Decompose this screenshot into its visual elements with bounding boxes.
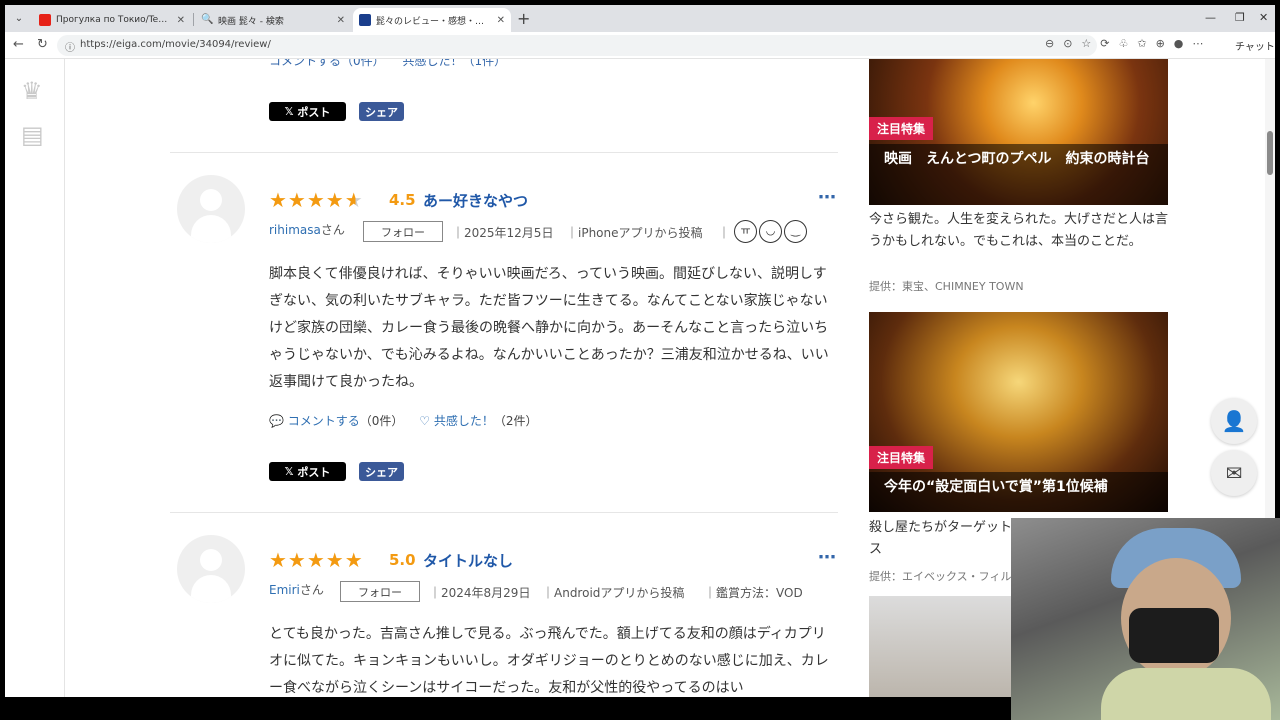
heart-icon[interactable]: ♡ <box>419 414 430 428</box>
like-link[interactable]: 共感した！ <box>434 414 494 428</box>
close-icon[interactable]: ✕ <box>177 15 185 26</box>
tab-bar: ⌄ Прогулка по Токио/Tenten - YouT ✕ 🔍 映画… <box>5 5 1275 32</box>
follow-button[interactable]: フォロー <box>340 581 420 602</box>
back-icon[interactable]: ← <box>13 37 24 52</box>
webcam-overlay <box>1011 518 1280 720</box>
review-item: ★★★★★ 5.0 タイトルなし ⋯ Emiriさん フォロー ｜2024年8月… <box>170 535 838 697</box>
feature-caption: 今年の“設定面白いで賞”第1位候補 <box>869 472 1168 512</box>
newspaper-icon[interactable]: ▤ <box>21 121 44 149</box>
reload-icon[interactable]: ↻ <box>37 37 48 52</box>
x-post-button[interactable]: 𝕏 ポスト <box>269 462 346 481</box>
review-score: 4.5 <box>389 191 416 209</box>
review-source: ｜iPhoneアプリから投稿 <box>566 226 703 240</box>
chat-button[interactable]: チャット <box>1235 38 1275 53</box>
review-actions: 💬 コメントする（0件） ♡ 共感した！（2件） <box>269 414 538 428</box>
follow-button[interactable]: フォロー <box>363 221 443 242</box>
close-icon[interactable]: ✕ <box>337 15 345 26</box>
minimize-icon[interactable]: — <box>1205 11 1216 24</box>
comment-link[interactable]: コメントする <box>288 414 360 428</box>
tab-search-icon[interactable]: ⌄ <box>11 11 27 27</box>
viewing-method: ｜鑑賞方法：VOD <box>704 586 803 600</box>
search-icon: 🔍 <box>201 14 214 25</box>
comment-icon[interactable]: 💬 <box>269 414 284 428</box>
facebook-share-button[interactable]: シェア <box>359 102 404 121</box>
feature-badge: 注目特集 <box>869 446 934 469</box>
more-options-icon[interactable]: ⋯ <box>818 547 836 568</box>
review-body: とても良かった。吉高さん推しで見る。ぶっ飛んでた。額上げてる友和の顔はディカプリ… <box>269 626 829 696</box>
more-options-icon[interactable]: ⋯ <box>818 187 836 208</box>
emotion-laugh-icon: ◡ <box>759 220 782 243</box>
review-body: 脚本良くて俳優良ければ、そりゃいい映画だろ、っていう映画。間延びしない、説明しす… <box>269 266 829 390</box>
bottom-bar <box>0 697 1011 720</box>
mail-icon[interactable]: ✉ <box>1211 450 1257 496</box>
feature-text: 今さら観た。人生を変えられた。大げさだと人は言うかもしれない。でもこれは、本当の… <box>869 212 1169 249</box>
site-info-icon[interactable]: ⓘ <box>65 39 75 54</box>
url-field[interactable]: ⓘ https://eiga.com/movie/34094/review/ <box>57 35 1097 56</box>
divider <box>170 512 838 513</box>
emotion-smile-icon: ‿ <box>784 220 807 243</box>
meta-separator: ｜ <box>718 226 731 240</box>
tab-search[interactable]: 🔍 映画 髭々 - 検索 ✕ <box>195 8 351 32</box>
tab-eiga[interactable]: 髭々のレビュー・感想・評価 - 映画.com ✕ <box>353 8 511 32</box>
reviewer-name[interactable]: rihimasa <box>269 223 321 237</box>
avatar[interactable] <box>177 175 245 243</box>
star-rating: ★★★★★ <box>269 548 364 572</box>
review-date: ｜2025年12月5日 <box>452 226 554 240</box>
review-score: 5.0 <box>389 551 416 569</box>
reviewer: rihimasaさん <box>269 223 345 237</box>
facebook-share-button[interactable]: シェア <box>359 462 404 481</box>
review-title: あー好きなやつ <box>423 192 529 210</box>
maximize-icon[interactable]: ❐ <box>1235 11 1245 24</box>
feature-credit: 提供：東宝、CHIMNEY TOWN <box>869 280 1024 293</box>
tab-divider <box>193 13 194 26</box>
eiga-favicon-icon <box>359 14 371 26</box>
feature-badge: 注目特集 <box>869 117 934 140</box>
feature-image[interactable]: 注目特集 映画 えんとつ町のプペル 約束の時計台 <box>869 59 1168 205</box>
address-bar-row: ← ↻ ⓘ https://eiga.com/movie/34094/revie… <box>5 32 1275 59</box>
review-title: タイトルなし <box>423 552 514 570</box>
reviewer: Emiriさん <box>269 583 324 597</box>
close-window-icon[interactable]: ✕ <box>1259 11 1268 24</box>
emotion-sad-icon: ㅠ <box>734 220 757 243</box>
review-date: ｜2024年8月29日 <box>429 586 531 600</box>
divider <box>170 152 838 153</box>
reviewer-name[interactable]: Emiri <box>269 583 300 597</box>
toolbar-icons[interactable]: ⊖⊙☆⟳♧✩⊕●⋯ <box>1045 37 1212 50</box>
avatar[interactable] <box>177 535 245 603</box>
star-rating: ★★★★★ <box>269 188 364 212</box>
comment-link[interactable]: コメントする（0件） <box>269 59 385 68</box>
review-source: ｜Androidアプリから投稿 <box>542 586 685 600</box>
x-post-button[interactable]: 𝕏 ポスト <box>269 102 346 121</box>
close-icon[interactable]: ✕ <box>497 15 505 26</box>
tab-youtube[interactable]: Прогулка по Токио/Tenten - YouT ✕ <box>33 8 191 32</box>
crown-icon[interactable]: ♛ <box>21 77 43 105</box>
previous-review-actions: コメントする（0件） 共感した！（1件） <box>269 59 506 69</box>
feature-image[interactable]: 注目特集 今年の“設定面白いで賞”第1位候補 <box>869 312 1168 512</box>
like-link[interactable]: 共感した！（1件） <box>402 59 506 68</box>
feature-credit: 提供：エイベックス・フィル <box>869 570 1012 583</box>
youtube-icon <box>39 14 51 26</box>
scrollbar-thumb[interactable] <box>1267 131 1273 175</box>
left-rail: ♛ ▤ <box>5 59 65 697</box>
user-icon[interactable]: 👤 <box>1211 398 1257 444</box>
feature-caption: 映画 えんとつ町のプペル 約束の時計台 <box>869 144 1168 205</box>
new-tab-icon[interactable]: + <box>517 9 530 28</box>
